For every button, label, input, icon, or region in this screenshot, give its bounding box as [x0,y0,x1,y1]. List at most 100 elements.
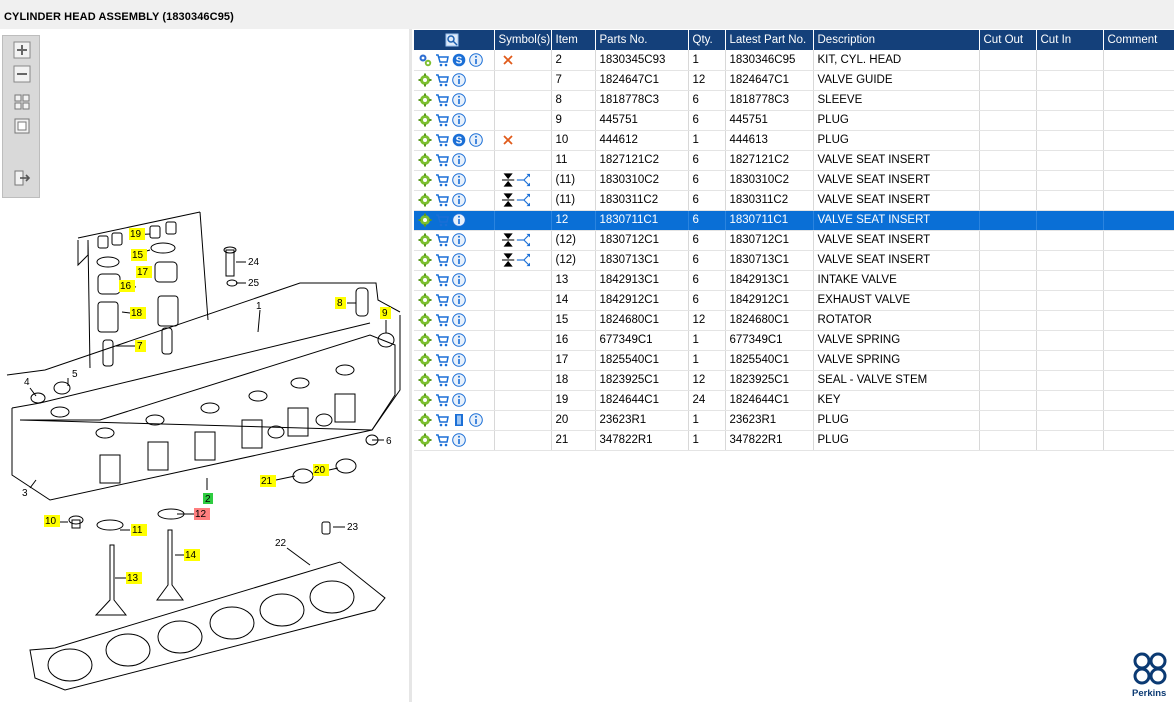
table-row[interactable]: S 2 1830345C93 1 1830346C95 KIT, CYL. HEAD [414,50,1174,71]
options-gear-icon[interactable] [418,433,432,447]
options-gear-icon[interactable] [418,253,432,267]
options-gear-icon[interactable] [418,193,432,207]
options-gear-icon[interactable] [418,133,432,147]
info-icon[interactable] [452,273,466,287]
table-row[interactable]: 11 1827121C2 6 1827121C2 VALVE SEAT INSERT [414,150,1174,171]
column-header-cut-out[interactable]: Cut Out [979,30,1037,50]
info-icon[interactable] [452,393,466,407]
table-row[interactable]: 14 1842912C1 6 1842912C1 EXHAUST VALVE [414,290,1174,311]
column-header-cut-in[interactable]: Cut In [1036,30,1104,50]
options-gear-icon[interactable] [418,113,432,127]
shopping-cart-icon[interactable] [435,133,449,147]
shopping-cart-icon[interactable] [435,413,449,427]
shopping-cart-icon[interactable] [435,353,449,367]
options-gear-icon[interactable] [418,373,432,387]
info-icon[interactable] [452,173,466,187]
info-icon[interactable] [469,133,483,147]
export-icon[interactable] [12,168,32,188]
zoom-in-icon[interactable] [12,40,32,60]
info-icon[interactable] [452,93,466,107]
column-header-comment[interactable]: Comment [1103,30,1174,50]
column-header-latest-part-no[interactable]: Latest Part No. [725,30,814,50]
table-row[interactable]: (12) 1830712C1 6 1830712C1 VALVE SEAT INSERT [414,230,1174,251]
column-header-symbols[interactable]: Symbol(s) [494,30,552,50]
table-row[interactable]: 17 1825540C1 1 1825540C1 VALVE SPRING [414,350,1174,371]
shopping-cart-icon[interactable] [435,173,449,187]
shopping-cart-icon[interactable] [435,213,449,227]
actual-size-icon[interactable] [12,116,32,136]
column-header-actions[interactable] [414,30,495,50]
zoom-out-icon[interactable] [12,64,32,84]
table-row[interactable]: 12 1830711C1 6 1830711C1 VALVE SEAT INSERT [414,210,1174,231]
info-icon[interactable] [452,433,466,447]
options-gear-icon[interactable] [418,293,432,307]
column-chooser-icon[interactable] [445,33,459,47]
supersession-icon[interactable]: S [452,133,466,147]
table-row[interactable]: 16 677349C1 1 677349C1 VALVE SPRING [414,330,1174,351]
info-icon[interactable] [452,253,466,267]
shopping-cart-icon[interactable] [435,233,449,247]
table-row[interactable]: 19 1824644C1 24 1824644C1 KEY [414,390,1174,411]
manual-book-icon[interactable] [452,413,466,427]
shopping-cart-icon[interactable] [435,193,449,207]
options-gear-icon[interactable] [418,153,432,167]
info-icon[interactable] [452,313,466,327]
options-gear-icon[interactable] [418,93,432,107]
column-header-item[interactable]: Item [551,30,596,50]
table-row[interactable]: (11) 1830310C2 6 1830310C2 VALVE SEAT INSERT [414,170,1174,191]
table-row[interactable]: (11) 1830311C2 6 1830311C2 VALVE SEAT INSERT [414,190,1174,211]
table-row[interactable]: 20 23623R1 1 23623R1 PLUG [414,410,1174,431]
table-row[interactable]: (12) 1830713C1 6 1830713C1 VALVE SEAT INSERT [414,250,1174,271]
table-row[interactable]: 13 1842913C1 6 1842913C1 INTAKE VALVE [414,270,1174,291]
table-row[interactable]: 21 347822R1 1 347822R1 PLUG [414,430,1174,451]
shopping-cart-icon[interactable] [435,273,449,287]
options-gear-icon[interactable] [418,393,432,407]
shopping-cart-icon[interactable] [435,313,449,327]
shopping-cart-icon[interactable] [435,373,449,387]
shopping-cart-icon[interactable] [435,253,449,267]
options-gear-icon[interactable] [418,313,432,327]
table-row[interactable]: 7 1824647C1 12 1824647C1 VALVE GUIDE [414,70,1174,91]
info-icon[interactable] [469,52,483,67]
shopping-cart-icon[interactable] [435,153,449,167]
shopping-cart-icon[interactable] [435,113,449,127]
shopping-cart-icon[interactable] [435,333,449,347]
fit-all-icon[interactable] [12,92,32,112]
info-icon[interactable] [469,413,483,427]
info-icon[interactable] [452,213,466,227]
info-icon[interactable] [452,293,466,307]
options-gear-icon[interactable] [418,333,432,347]
shopping-cart-icon[interactable] [435,73,449,87]
table-row[interactable]: 9 445751 6 445751 PLUG [414,110,1174,131]
shopping-cart-icon[interactable] [435,53,449,67]
kit-gears-icon[interactable] [418,53,432,67]
info-icon[interactable] [452,73,466,87]
options-gear-icon[interactable] [418,233,432,247]
shopping-cart-icon[interactable] [435,433,449,447]
supersession-icon[interactable]: S [452,53,466,67]
info-icon[interactable] [452,113,466,127]
table-row[interactable]: 15 1824680C1 12 1824680C1 ROTATOR [414,310,1174,331]
column-header-qty[interactable]: Qty. [688,30,726,50]
info-icon[interactable] [452,353,466,367]
options-gear-icon[interactable] [418,173,432,187]
column-header-parts-no[interactable]: Parts No. [595,30,689,50]
shopping-cart-icon[interactable] [435,393,449,407]
options-gear-icon[interactable] [418,73,432,87]
table-row[interactable]: S 10 444612 1 444613 PLUG [414,130,1174,151]
info-icon[interactable] [452,193,466,207]
info-icon[interactable] [452,153,466,167]
options-gear-icon[interactable] [418,353,432,367]
table-row[interactable]: 18 1823925C1 12 1823925C1 SEAL - VALVE STEM [414,370,1174,391]
table-row[interactable]: 8 1818778C3 6 1818778C3 SLEEVE [414,90,1174,111]
options-gear-icon[interactable] [418,273,432,287]
shopping-cart-icon[interactable] [435,93,449,107]
info-icon[interactable] [452,233,466,247]
info-icon[interactable] [452,333,466,347]
shopping-cart-icon[interactable] [435,293,449,307]
options-gear-icon[interactable] [418,213,432,227]
info-icon[interactable] [452,373,466,387]
options-gear-icon[interactable] [418,413,432,427]
row-item: 19 [551,390,596,411]
column-header-description[interactable]: Description [813,30,980,50]
